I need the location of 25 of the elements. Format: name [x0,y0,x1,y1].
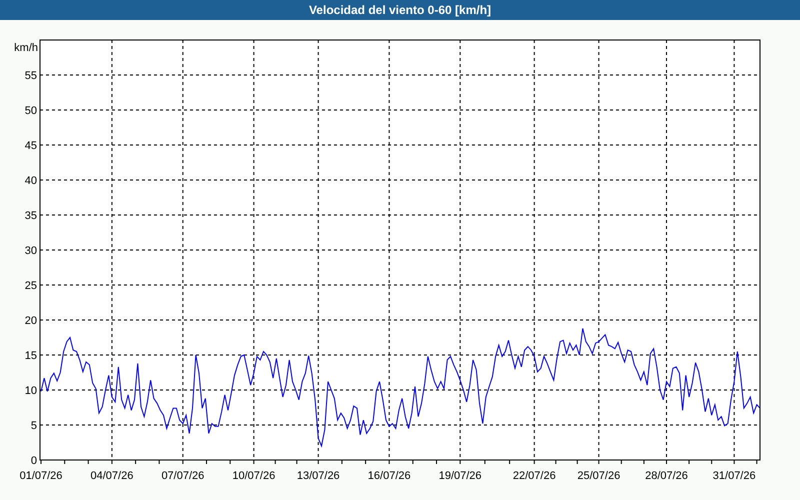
y-tick-label: 25 [24,280,37,292]
x-tick-label: 28/07/26 [645,470,688,482]
y-tick-label: 45 [24,140,37,152]
x-tick-label: 13/07/26 [296,470,340,482]
y-tick-label: 20 [24,315,37,327]
y-axis-label: km/h [14,42,38,54]
y-tick-label: 35 [24,210,37,222]
x-tick-label: 22/07/26 [512,470,556,482]
y-tick-label: 30 [24,245,37,257]
y-tick-label: 50 [24,105,37,117]
x-tick-label: 19/07/26 [438,470,482,482]
x-tick-label: 04/07/26 [90,470,134,482]
y-tick-label: 10 [24,385,37,397]
x-tick-label: 10/07/26 [232,470,276,482]
y-tick-label: 0 [30,455,37,467]
y-tick-label: 55 [24,70,37,82]
x-tick-label: 31/07/26 [712,470,756,482]
y-tick-label: 40 [24,175,37,187]
x-tick-label: 16/07/26 [368,470,411,482]
x-tick-label: 07/07/26 [161,470,204,482]
x-tick-label: 01/07/26 [20,470,62,482]
chart-title: Velocidad del viento 0-60 [km/h] [0,0,800,20]
y-tick-label: 15 [24,350,37,362]
x-tick-label: 25/07/26 [577,470,620,482]
y-tick-label: 5 [30,420,37,432]
